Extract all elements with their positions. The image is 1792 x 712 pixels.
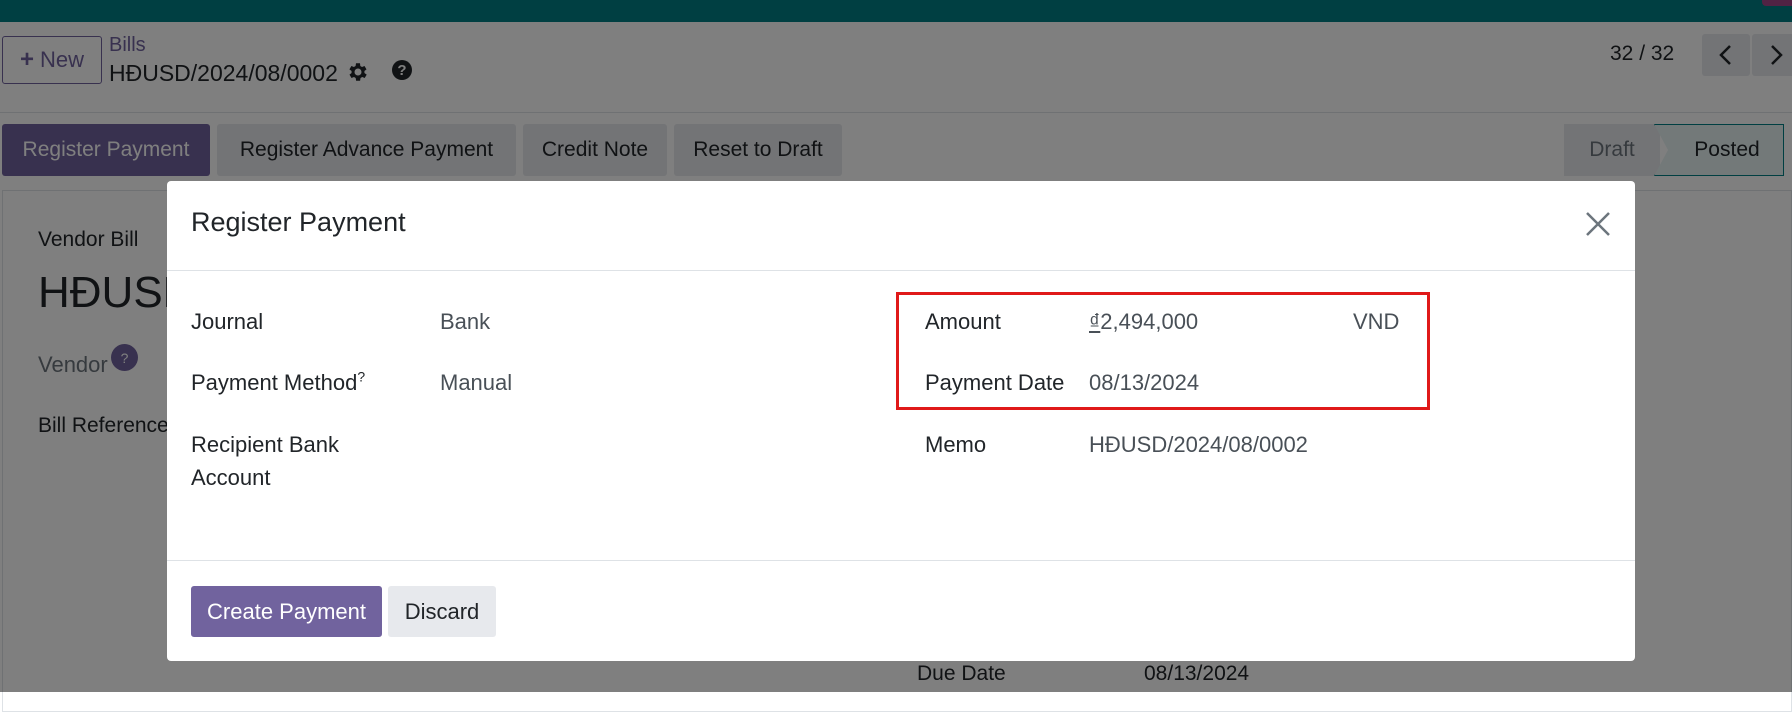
memo-field[interactable]: HĐUSD/2024/08/0002 — [1089, 428, 1308, 461]
journal-label: Journal — [191, 309, 264, 334]
create-payment-button[interactable]: Create Payment — [191, 586, 382, 637]
highlight-box — [896, 292, 1430, 410]
dialog-title: Register Payment — [191, 207, 406, 237]
dialog-header: Register Payment — [167, 181, 1635, 271]
discard-button[interactable]: Discard — [388, 586, 496, 637]
recipient-bank-label-line2: Account — [191, 465, 271, 490]
close-icon[interactable] — [1583, 209, 1613, 239]
journal-field[interactable]: Bank — [440, 305, 490, 338]
recipient-bank-label-line1: Recipient Bank — [191, 432, 339, 457]
payment-method-label: Payment Method? — [191, 366, 365, 399]
payment-method-field[interactable]: Manual — [440, 366, 512, 399]
register-payment-dialog: Register Payment Journal Bank Payment Me… — [167, 181, 1635, 661]
memo-label: Memo — [925, 432, 987, 457]
payment-method-help-icon[interactable]: ? — [357, 369, 365, 385]
payment-method-label-text: Payment Method — [191, 370, 358, 395]
